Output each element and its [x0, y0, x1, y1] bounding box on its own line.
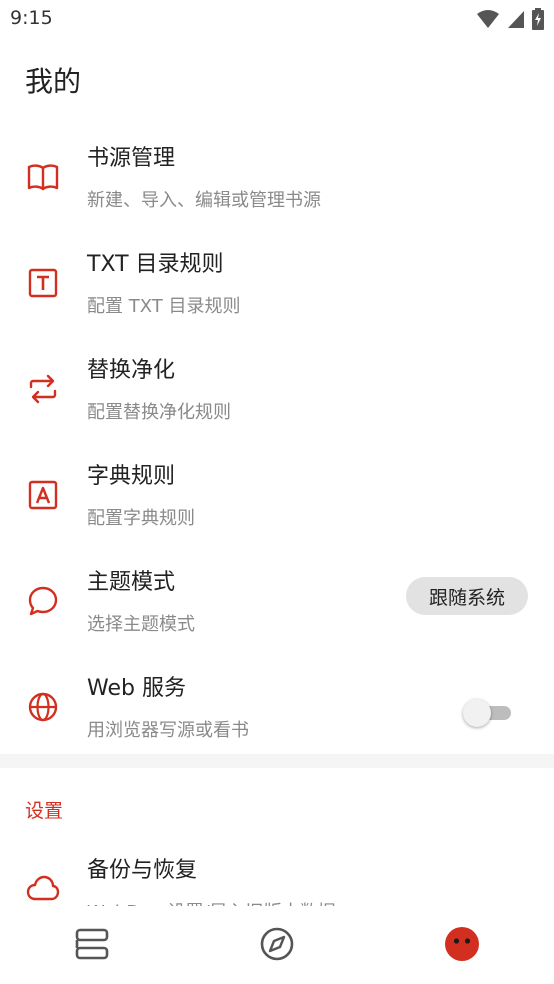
menu-item-book-source[interactable]: 书源管理 新建、导入、编辑或管理书源 — [0, 124, 554, 230]
theme-mode-selector[interactable]: 跟随系统 — [406, 577, 528, 615]
menu-item-title: 备份与恢复 — [87, 858, 198, 883]
menu-item-title: TXT 目录规则 — [87, 252, 224, 277]
menu-item-dictionary-rules[interactable]: 字典规则 配置字典规则 — [0, 442, 554, 548]
menu-item-subtitle: 配置 TXT 目录规则 — [87, 296, 241, 317]
menu-item-txt-toc-rules[interactable]: TXT 目录规则 配置 TXT 目录规则 — [0, 230, 554, 336]
menu-item-backup-restore[interactable]: 备份与恢复 WebDav 设置/导入旧版本数据 — [0, 838, 554, 906]
menu-item-title: 书源管理 — [87, 146, 176, 171]
status-time: 9:15 — [10, 7, 53, 29]
bookshelf-icon[interactable] — [72, 924, 112, 964]
menu-item-subtitle: 用浏览器写源或看书 — [87, 720, 249, 741]
menu-item-title: 主题模式 — [87, 570, 176, 595]
menu-item-title: 替换净化 — [87, 358, 176, 383]
battery-charging-icon — [532, 8, 544, 30]
page-title: 我的 — [25, 65, 82, 98]
status-icons — [476, 8, 544, 30]
txt-box-icon — [28, 268, 58, 298]
chat-bubble-icon — [28, 586, 58, 616]
wifi-icon — [477, 10, 499, 28]
profile-menu-list: 书源管理 新建、导入、编辑或管理书源 TXT 目录规则 配置 TXT 目录规则 … — [0, 124, 554, 760]
menu-item-replace-rules[interactable]: 替换净化 配置替换净化规则 — [0, 336, 554, 442]
cloud-icon — [26, 875, 60, 901]
settings-section-title: 设置 — [25, 800, 64, 822]
menu-item-subtitle: 配置替换净化规则 — [87, 402, 231, 423]
web-service-toggle[interactable] — [463, 699, 513, 727]
menu-item-theme-mode[interactable]: 主题模式 选择主题模式 跟随系统 — [0, 548, 554, 654]
status-bar: 9:15 — [0, 0, 554, 38]
section-divider — [0, 754, 554, 768]
letter-a-box-icon — [28, 480, 58, 510]
swap-arrows-icon — [29, 374, 57, 404]
menu-item-subtitle: WebDav 设置/导入旧版本数据 — [87, 898, 336, 906]
menu-item-web-service[interactable]: Web 服务 用浏览器写源或看书 — [0, 654, 554, 760]
bottom-navigation — [0, 906, 554, 984]
profile-face-icon[interactable] — [442, 924, 482, 964]
toggle-thumb — [463, 699, 491, 727]
menu-item-title: Web 服务 — [87, 676, 186, 701]
compass-icon[interactable] — [257, 924, 297, 964]
book-open-icon — [27, 164, 59, 191]
menu-item-title: 字典规则 — [87, 464, 176, 489]
menu-item-subtitle: 新建、导入、编辑或管理书源 — [87, 190, 321, 211]
menu-item-subtitle: 选择主题模式 — [87, 614, 195, 635]
globe-icon — [28, 692, 58, 722]
menu-item-subtitle: 配置字典规则 — [87, 508, 195, 529]
cellular-signal-icon — [508, 11, 524, 28]
